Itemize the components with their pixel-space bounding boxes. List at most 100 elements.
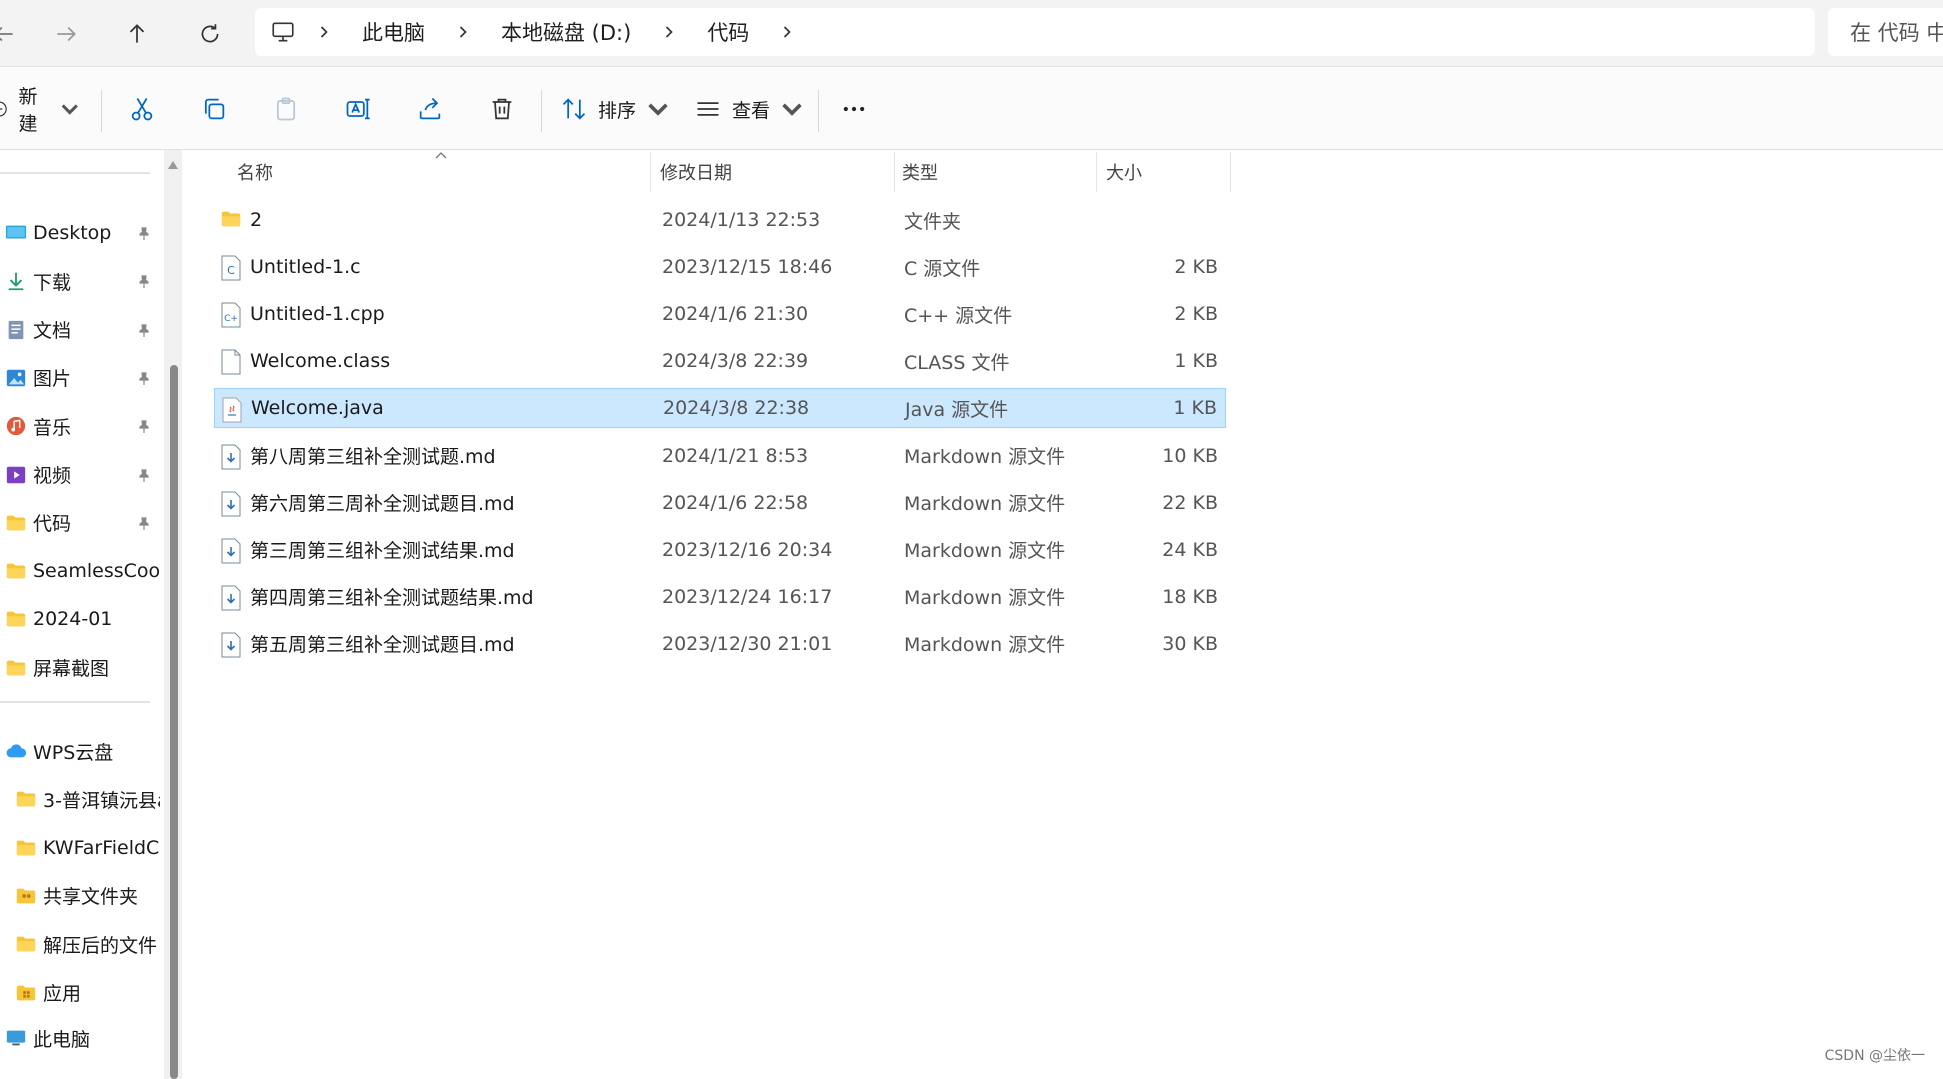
more-options-button[interactable] <box>830 85 878 133</box>
column-header-name[interactable]: 名称 <box>237 155 647 189</box>
sidebar-item-label: SeamlessCoop <box>33 560 160 583</box>
blank-file-icon <box>220 349 242 375</box>
file-row[interactable]: 第八周第三组补全测试题.md 2024/1/21 8:53 Markdown 源文件… <box>214 436 1226 476</box>
markdown-file-icon <box>220 585 242 611</box>
arrow-left-icon <box>0 26 13 42</box>
file-row[interactable]: 第三周第三组补全测试结果.md 2023/12/16 20:34 Markdown … <box>214 530 1226 570</box>
sidebar-item[interactable]: 3-普洱镇沅县a <box>0 779 160 819</box>
sidebar-item-this-pc[interactable]: 此电脑 <box>0 1018 160 1058</box>
cut-button[interactable] <box>118 85 166 133</box>
new-button[interactable]: 新建 <box>0 85 82 135</box>
file-name: 第三周第三组补全测试结果.md <box>250 540 515 563</box>
breadcrumb-this-pc[interactable]: 此电脑 <box>352 17 435 47</box>
breadcrumb-drive-d[interactable]: 本地磁盘 (D:) <box>491 17 641 47</box>
file-row[interactable]: C Untitled-1.c 2023/12/15 18:46 C 源文件 2 KB <box>214 247 1226 287</box>
back-button[interactable] <box>0 14 26 54</box>
file-row[interactable]: 第六周第三周补全测试题目.md 2024/1/6 22:58 Markdown 源文… <box>214 483 1226 523</box>
sort-button[interactable]: 排序 <box>560 85 672 133</box>
sort-icon <box>562 98 586 120</box>
file-type: C 源文件 <box>904 257 981 280</box>
sidebar-item[interactable]: 文档 <box>0 310 160 350</box>
file-size: 1 KB <box>1174 350 1218 373</box>
file-date: 2023/12/16 20:34 <box>662 538 833 561</box>
folder-icon <box>15 837 37 859</box>
watermark-text: CSDN @尘依一 <box>1824 1048 1925 1064</box>
sidebar-item[interactable]: SeamlessCoop <box>0 551 160 591</box>
sidebar-item[interactable]: 下载 <box>0 261 160 301</box>
sidebar-item[interactable]: 应用 <box>0 973 160 1013</box>
file-row[interactable]: 第五周第三组补全测试题目.md 2023/12/30 21:01 Markdown … <box>214 624 1226 664</box>
sidebar-item[interactable]: Desktop <box>0 213 160 253</box>
copy-icon <box>204 98 225 120</box>
chevron-right-icon[interactable] <box>659 22 679 42</box>
toolbar-separator <box>541 90 542 132</box>
sidebar-item[interactable]: 音乐 <box>0 406 160 446</box>
column-type-label: 类型 <box>902 163 938 184</box>
file-row[interactable]: 第四周第三组补全测试题结果.md 2023/12/24 16:17 Markdown… <box>214 577 1226 617</box>
sidebar-divider <box>0 172 150 174</box>
file-date: 2023/12/15 18:46 <box>662 256 833 279</box>
file-type: Markdown 源文件 <box>904 587 1066 610</box>
java-file-icon <box>221 397 243 423</box>
column-separator[interactable] <box>650 152 651 192</box>
sidebar-scroll-thumb[interactable] <box>170 365 178 1079</box>
sidebar-item[interactable]: 2024-01 <box>0 599 160 639</box>
sidebar-item[interactable]: 视频 <box>0 455 160 495</box>
column-header-date[interactable]: 修改日期 <box>660 155 890 189</box>
scroll-up-arrow-icon[interactable] <box>167 160 179 170</box>
chevron-right-icon[interactable] <box>777 22 797 42</box>
arrow-up-icon <box>129 24 145 43</box>
document-icon <box>5 319 27 341</box>
file-type: Markdown 源文件 <box>904 446 1066 468</box>
sidebar-item-label: WPS云盘 <box>33 741 114 764</box>
chevron-right-icon[interactable] <box>453 22 473 42</box>
column-separator[interactable] <box>1230 152 1231 192</box>
sidebar-item[interactable]: KWFarFieldCh <box>0 828 160 868</box>
copy-button[interactable] <box>190 85 238 133</box>
file-type: Markdown 源文件 <box>904 493 1066 516</box>
file-row[interactable]: C+ Untitled-1.cpp 2024/1/6 21:30 C++ 源文件 2 K… <box>214 294 1226 334</box>
breadcrumb-code-folder[interactable]: 代码 <box>697 17 759 47</box>
file-date: 2023/12/30 21:01 <box>662 632 833 655</box>
folder-icon <box>220 208 242 232</box>
sidebar-item[interactable]: 解压后的文件 <box>0 924 160 964</box>
file-row[interactable]: 2 2024/1/13 22:53 文件夹 <box>214 200 1226 240</box>
file-size: 2 KB <box>1174 303 1218 326</box>
sidebar-item-label: 图片 <box>33 368 72 391</box>
column-size-label: 大小 <box>1106 163 1142 184</box>
chevron-down-icon <box>62 104 79 115</box>
share-button[interactable] <box>406 85 454 133</box>
column-name-label: 名称 <box>237 163 273 184</box>
refresh-button[interactable] <box>188 14 232 54</box>
sidebar-item-label: 此电脑 <box>33 1028 91 1051</box>
rename-button[interactable] <box>334 85 382 133</box>
sort-ascending-icon <box>435 152 447 159</box>
computer-icon[interactable] <box>270 19 296 45</box>
file-row[interactable]: Welcome.class 2024/3/8 22:39 CLASS 文件 1 KB <box>214 341 1226 381</box>
paste-button[interactable] <box>262 85 310 133</box>
chevron-right-icon[interactable] <box>314 22 334 42</box>
file-row[interactable]: Welcome.java 2024/3/8 22:38 Java 源文件 1 KB <box>214 388 1226 429</box>
view-button[interactable]: 查看 <box>694 85 806 133</box>
sidebar-item[interactable]: 屏幕截图 <box>0 648 160 688</box>
file-type: Java 源文件 <box>905 398 1009 421</box>
sidebar-item-label: 2024-01 <box>33 608 113 631</box>
more-dots-icon <box>843 106 865 112</box>
sidebar-item[interactable]: 共享文件夹 <box>0 876 160 916</box>
sidebar-item[interactable]: WPS云盘 <box>0 731 160 771</box>
column-separator[interactable] <box>1096 152 1097 192</box>
column-header-size[interactable]: 大小 <box>1106 155 1226 189</box>
column-date-label: 修改日期 <box>660 163 732 184</box>
plus-circle-icon <box>0 101 7 117</box>
folder-icon <box>5 512 27 534</box>
column-separator[interactable] <box>894 152 895 192</box>
up-button[interactable] <box>115 14 159 54</box>
forward-button[interactable] <box>44 14 88 54</box>
sidebar-item[interactable]: 代码 <box>0 503 160 543</box>
svg-text:C: C <box>227 264 235 277</box>
column-header-type[interactable]: 类型 <box>902 155 1092 189</box>
delete-button[interactable] <box>478 85 526 133</box>
search-input[interactable]: 在 代码 中 <box>1828 8 1943 56</box>
sidebar-item[interactable]: 图片 <box>0 358 160 398</box>
file-type: C++ 源文件 <box>904 304 1013 327</box>
